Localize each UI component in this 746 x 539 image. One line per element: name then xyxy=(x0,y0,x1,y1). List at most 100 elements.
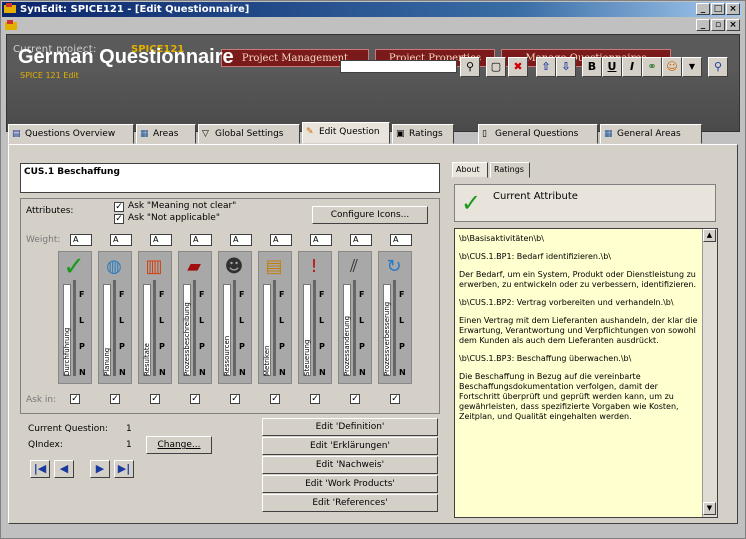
areas-icon: ▦ xyxy=(140,129,149,139)
tab-global-settings[interactable]: ▽ Global Settings xyxy=(198,124,300,144)
weight-field[interactable]: A xyxy=(390,234,412,246)
ask-in-checkbox[interactable]: ✓ xyxy=(270,394,280,404)
link-icon[interactable]: ⚭ xyxy=(642,57,662,77)
tab-areas[interactable]: ▦ Areas xyxy=(136,124,196,144)
last-question-icon[interactable]: ▶| xyxy=(114,460,134,478)
rating-slider[interactable] xyxy=(273,280,276,376)
recycle-icon[interactable]: ↻ xyxy=(381,254,407,280)
rating-slider[interactable] xyxy=(393,280,396,376)
attribute-name: Prozessanderung xyxy=(343,315,351,376)
weight-field[interactable]: A xyxy=(230,234,252,246)
child-minimize-button[interactable]: _ xyxy=(696,19,710,31)
change-button[interactable]: Change... xyxy=(146,436,212,454)
previous-question-icon[interactable]: ◀ xyxy=(54,460,74,478)
edit-definition-button[interactable]: Edit 'Definition' xyxy=(262,418,438,436)
maximize-button[interactable]: □ xyxy=(711,3,725,15)
weight-field[interactable]: A xyxy=(190,234,212,246)
book-icon[interactable]: ▰ xyxy=(181,254,207,280)
scroll-down-icon[interactable]: ▼ xyxy=(703,502,716,515)
ask-in-checkbox[interactable]: ✓ xyxy=(190,394,200,404)
underline-icon[interactable]: U xyxy=(602,57,622,77)
move-up-icon[interactable]: ⇧ xyxy=(536,57,556,77)
chart-icon[interactable]: ▤ xyxy=(261,254,287,280)
weight-field[interactable]: A xyxy=(150,234,172,246)
rating-slider[interactable] xyxy=(193,280,196,376)
scroll-up-icon[interactable]: ▲ xyxy=(703,229,716,242)
check-icon[interactable]: ✓ xyxy=(61,254,87,280)
weight-field[interactable]: A xyxy=(110,234,132,246)
page-subtitle: SPICE 121 Edit xyxy=(20,71,79,80)
ask-in-checkbox[interactable]: ✓ xyxy=(70,394,80,404)
qindex-value: 1 xyxy=(126,440,132,450)
rating-slider[interactable] xyxy=(313,280,316,376)
description-paragraph: Der Bedarf, um ein System, Produkt oder … xyxy=(459,270,697,289)
tab-about[interactable]: About xyxy=(452,162,488,178)
tab-ratings[interactable]: ▣ Ratings xyxy=(392,124,454,144)
scale-label: F xyxy=(359,290,365,299)
binoculars-icon[interactable]: ⚲ xyxy=(460,57,480,77)
question-title-field[interactable]: CUS.1 Beschaffung xyxy=(20,163,440,193)
ask-in-checkbox[interactable]: ✓ xyxy=(390,394,400,404)
ask-in-checkbox[interactable]: ✓ xyxy=(350,394,360,404)
edit-references-button[interactable]: Edit 'References' xyxy=(262,494,438,512)
close-button[interactable]: × xyxy=(726,3,740,15)
tab-questions-overview[interactable]: ▤ Questions Overview xyxy=(8,124,134,144)
scale-label: F xyxy=(119,290,125,299)
ask-in-checkbox[interactable]: ✓ xyxy=(150,394,160,404)
description-textarea[interactable]: \b\Basisaktivitäten\b\ \b\CUS.1.BP1: Beda… xyxy=(454,228,718,518)
rating-slider[interactable] xyxy=(233,280,236,376)
rating-slider[interactable] xyxy=(113,280,116,376)
move-down-icon[interactable]: ⇩ xyxy=(556,57,576,77)
child-restore-button[interactable]: ▫ xyxy=(711,19,725,31)
scale-label: F xyxy=(319,290,325,299)
child-close-button[interactable]: × xyxy=(726,19,740,31)
tab-right-ratings[interactable]: Ratings xyxy=(490,162,530,178)
gift-icon[interactable]: ▥ xyxy=(141,254,167,280)
weight-field[interactable]: A xyxy=(70,234,92,246)
bold-icon[interactable]: B xyxy=(582,57,602,77)
attribute-name: Prozessbeschreibung xyxy=(183,302,191,376)
edit-work-products-button[interactable]: Edit 'Work Products' xyxy=(262,475,438,493)
rating-slider[interactable] xyxy=(353,280,356,376)
scale-label: L xyxy=(199,316,205,325)
rating-slider[interactable] xyxy=(73,280,76,376)
rating-slider[interactable] xyxy=(153,280,156,376)
minimize-button[interactable]: _ xyxy=(696,3,710,15)
first-question-icon[interactable]: |◀ xyxy=(30,460,50,478)
person-icon[interactable]: ☻ xyxy=(221,254,247,280)
menu-bar xyxy=(2,18,742,33)
ask-in-checkbox[interactable]: ✓ xyxy=(310,394,320,404)
scale-label: P xyxy=(399,342,405,351)
mdi-child-icon[interactable] xyxy=(5,20,17,30)
attribute-name: Prozessverbesserung xyxy=(383,301,391,376)
scale-label: P xyxy=(359,342,365,351)
tab-edit-question[interactable]: ✎ Edit Question xyxy=(302,122,390,144)
next-question-icon[interactable]: ▶ xyxy=(90,460,110,478)
symbol-icon[interactable]: ☺ xyxy=(662,57,682,77)
edit-nachweis-button[interactable]: Edit 'Nachweis' xyxy=(262,456,438,474)
new-document-icon[interactable]: ▢ xyxy=(486,57,506,77)
tab-label: Edit Question xyxy=(319,127,380,137)
delete-icon[interactable]: ✖ xyxy=(508,57,528,77)
ask-in-checkbox[interactable]: ✓ xyxy=(110,394,120,404)
weight-field[interactable]: A xyxy=(310,234,332,246)
weight-field[interactable]: A xyxy=(270,234,292,246)
description-scrollbar[interactable]: ▲ ▼ xyxy=(702,229,717,517)
attribute-name: Durchführung xyxy=(63,327,71,376)
zoom-icon[interactable]: ⚲ xyxy=(708,57,728,77)
globe-icon[interactable]: ◍ xyxy=(101,254,127,280)
ask-in-checkbox[interactable]: ✓ xyxy=(230,394,240,404)
scale-label: N xyxy=(239,368,246,377)
alert-icon[interactable]: ! xyxy=(301,254,327,280)
dropdown-arrow-icon[interactable]: ▼ xyxy=(682,57,702,77)
tab-general-questions[interactable]: ▯ General Questions xyxy=(478,124,598,144)
feather-icon[interactable]: ⫽ xyxy=(341,254,367,280)
ask-not-applicable-checkbox[interactable]: ✓ xyxy=(114,214,124,224)
search-input[interactable] xyxy=(340,60,457,73)
italic-icon[interactable]: I xyxy=(622,57,642,77)
edit-erklaerungen-button[interactable]: Edit 'Erklärungen' xyxy=(262,437,438,455)
ask-meaning-checkbox[interactable]: ✓ xyxy=(114,202,124,212)
tab-general-areas[interactable]: ▦ General Areas xyxy=(600,124,702,144)
weight-field[interactable]: A xyxy=(350,234,372,246)
configure-icons-button[interactable]: Configure Icons... xyxy=(312,206,428,224)
